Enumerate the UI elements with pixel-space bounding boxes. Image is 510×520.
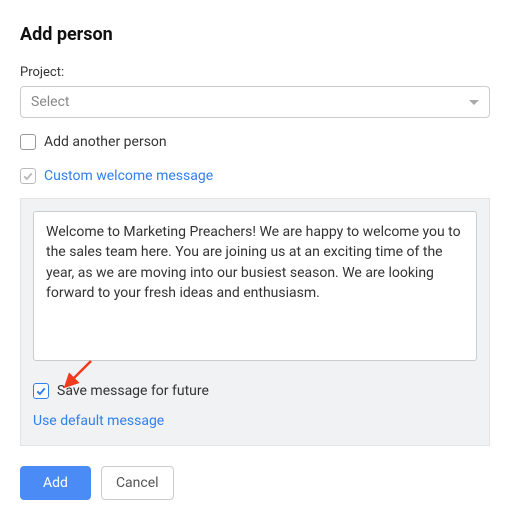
page-title: Add person [20, 24, 490, 45]
cancel-button[interactable]: Cancel [101, 466, 174, 500]
custom-welcome-checkbox[interactable] [20, 168, 36, 184]
project-selected-value: Select [31, 94, 69, 110]
add-another-label: Add another person [44, 134, 167, 150]
add-another-row[interactable]: Add another person [20, 134, 490, 150]
save-for-future-checkbox[interactable] [33, 383, 49, 399]
use-default-message-link[interactable]: Use default message [33, 413, 477, 429]
custom-welcome-label: Custom welcome message [44, 168, 213, 184]
project-select[interactable]: Select [20, 86, 490, 118]
chevron-down-icon [469, 100, 479, 105]
project-label: Project: [20, 65, 490, 80]
welcome-message-textarea[interactable] [33, 211, 477, 361]
custom-welcome-row[interactable]: Custom welcome message [20, 168, 490, 184]
check-icon [35, 385, 47, 397]
save-for-future-label: Save message for future [57, 383, 209, 399]
add-button[interactable]: Add [20, 466, 91, 500]
welcome-message-section: Save message for future Use default mess… [20, 198, 490, 446]
add-another-checkbox[interactable] [20, 134, 36, 150]
button-row: Add Cancel [20, 466, 490, 500]
check-icon [22, 170, 34, 182]
save-for-future-row[interactable]: Save message for future [33, 383, 477, 399]
